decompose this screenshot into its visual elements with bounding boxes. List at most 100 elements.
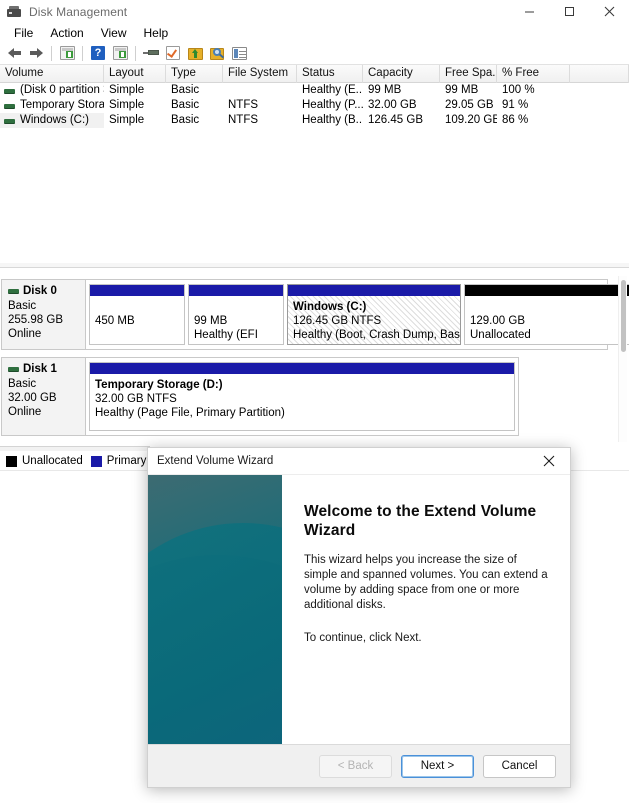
forward-icon[interactable] [26, 43, 46, 63]
dialog-title: Extend Volume Wizard [157, 455, 274, 467]
partition-bar [90, 363, 514, 374]
menu-item-file[interactable]: File [6, 25, 41, 41]
title-bar: Disk Management [0, 0, 629, 23]
legend-swatch-unallocated [6, 455, 17, 467]
back-button[interactable]: < Back [319, 754, 392, 778]
cell-volume-label: (Disk 0 partition 3) [20, 84, 104, 96]
disk0-title: Disk 0 [8, 285, 85, 297]
disk0-type: Basic [8, 300, 37, 312]
back-icon[interactable] [4, 43, 24, 63]
maximize-button[interactable] [549, 0, 589, 23]
disk-row-disk1[interactable]: Disk 1 Basic 32.00 GB Online Temporary S… [1, 357, 519, 436]
column-header-file-system[interactable]: File System [223, 65, 297, 83]
minimize-button[interactable] [509, 0, 549, 23]
partition-size: 99 MB [194, 315, 228, 327]
volume-icon [4, 103, 15, 108]
partition-temporary-storage-d[interactable]: Temporary Storage (D:) 32.00 GB NTFS Hea… [89, 362, 515, 431]
cell-percent-free: 100 % [502, 84, 535, 96]
disk1-title: Disk 1 [8, 363, 85, 375]
help-icon[interactable]: ? [88, 43, 108, 63]
show-hide-action-pane-icon[interactable] [110, 43, 130, 63]
properties-icon[interactable] [229, 43, 249, 63]
volume-list-rows: (Disk 0 partition 3) Simple Basic Health… [0, 83, 629, 128]
disk0-info: Disk 0 Basic 255.98 GB Online [2, 280, 86, 349]
disk1-type: Basic [8, 378, 37, 390]
toolbar-separator [51, 45, 52, 61]
table-row[interactable]: Temporary Storag... Simple Basic NTFS He… [0, 98, 629, 113]
partition-bar [90, 285, 184, 296]
cell-volume[interactable]: Windows (C:) [0, 113, 104, 128]
column-header-free-space[interactable]: Free Spa... [440, 65, 497, 83]
partition-unallocated[interactable]: 129.00 GB Unallocated [464, 284, 629, 345]
close-button[interactable] [589, 0, 629, 23]
table-row[interactable]: (Disk 0 partition 3) Simple Basic Health… [0, 83, 629, 98]
dialog-body: Welcome to the Extend Volume Wizard This… [148, 474, 570, 744]
cell-free-space: 109.20 GB [445, 114, 497, 126]
column-header-capacity[interactable]: Capacity [363, 65, 440, 83]
legend-label-unallocated: Unallocated [22, 455, 83, 467]
column-header-layout[interactable]: Layout [104, 65, 166, 83]
cell-volume[interactable]: Temporary Storag... [0, 98, 104, 113]
cell-volume-label: Windows (C:) [20, 114, 90, 126]
disk-management-window: Disk Management File Action View Help ? [0, 0, 629, 803]
wizard-paragraph-2: To continue, click Next. [304, 632, 422, 644]
toolbar: ? [0, 42, 629, 65]
scrollbar-thumb[interactable] [621, 280, 626, 352]
window-controls [509, 0, 629, 23]
all-tasks-icon[interactable] [185, 43, 205, 63]
column-header-empty[interactable] [570, 65, 629, 83]
column-header-volume[interactable]: Volume [0, 65, 104, 83]
cancel-button[interactable]: Cancel [483, 754, 556, 778]
refresh-icon[interactable] [163, 43, 183, 63]
disk0-name: Disk 0 [23, 285, 57, 297]
volume-list-horizontal-scrollbar[interactable] [0, 263, 629, 267]
cell-type: Basic [171, 99, 200, 111]
cell-status: Healthy (E... [302, 84, 363, 96]
column-header-status[interactable]: Status [297, 65, 363, 83]
disk-row-disk0[interactable]: Disk 0 Basic 255.98 GB Online 450 MB 99 … [1, 279, 629, 350]
partition-status: Unallocated [470, 329, 531, 341]
legend-swatch-primary-partition [90, 455, 102, 467]
cell-type: Basic [171, 114, 200, 126]
menu-item-action[interactable]: Action [42, 25, 91, 41]
cell-volume[interactable]: (Disk 0 partition 3) [0, 83, 104, 98]
cell-status: Healthy (B... [302, 114, 363, 126]
window-title: Disk Management [29, 4, 128, 19]
column-header-percent-free[interactable]: % Free [497, 65, 570, 83]
cell-file-system [223, 83, 297, 98]
cell-percent-free: 91 % [502, 99, 529, 111]
partition-bar [189, 285, 283, 296]
cell-free-space: 99 MB [445, 84, 479, 96]
dialog-close-icon[interactable] [528, 448, 570, 474]
partition-title: Windows (C:) [293, 301, 367, 313]
cell-layout: Simple [109, 114, 145, 126]
partition-efi[interactable]: 99 MB Healthy (EFI [188, 284, 284, 345]
cell-capacity: 126.45 GB [368, 114, 423, 126]
volume-icon [4, 88, 15, 93]
disk1-capacity: 32.00 GB [8, 392, 57, 404]
show-hide-console-tree-icon[interactable] [57, 43, 77, 63]
partition-size: 126.45 GB NTFS [293, 315, 382, 327]
next-button[interactable]: Next > [401, 754, 474, 778]
menu-item-view[interactable]: View [93, 25, 135, 41]
cell-layout: Simple [109, 84, 145, 96]
partition-windows-c[interactable]: Windows (C:) 126.45 GB NTFS Healthy (Boo… [287, 284, 461, 345]
disk-graphic-pane: Disk 0 Basic 255.98 GB Online 450 MB 99 … [0, 270, 629, 448]
partition-bar [465, 285, 629, 296]
search-icon[interactable] [207, 43, 227, 63]
disk-drive-icon [6, 4, 22, 20]
partition-status: Healthy (EFI [194, 329, 258, 341]
menu-item-help[interactable]: Help [136, 25, 177, 41]
rescan-disks-icon[interactable] [141, 43, 161, 63]
table-row[interactable]: Windows (C:) Simple Basic NTFS Healthy (… [0, 113, 629, 128]
column-header-type[interactable]: Type [166, 65, 223, 83]
disk1-state: Online [8, 406, 42, 418]
wizard-banner-image [148, 475, 282, 744]
graphic-pane-scrollbar[interactable] [618, 276, 627, 442]
volume-list-header: Volume Layout Type File System Status Ca… [0, 65, 629, 83]
dialog-footer: < Back Next > Cancel [148, 744, 570, 787]
partition-recovery[interactable]: 450 MB [89, 284, 185, 345]
disk0-state: Online [8, 328, 42, 340]
partition-size: 32.00 GB NTFS [95, 393, 177, 405]
partition-status: Healthy (Page File, Primary Partition) [95, 407, 285, 419]
